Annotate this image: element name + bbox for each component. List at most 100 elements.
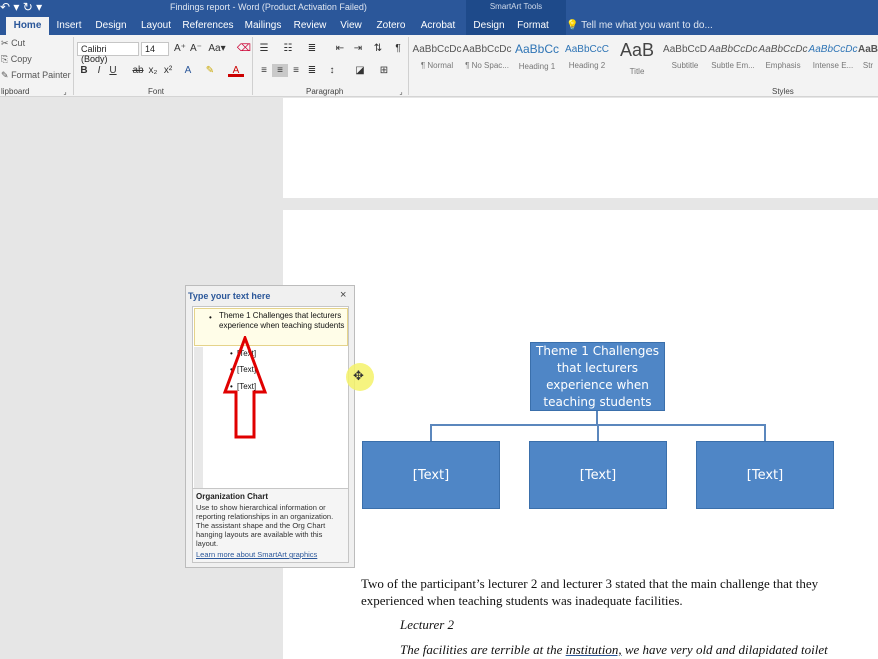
cut-button[interactable]: ✂ Cut [1, 38, 25, 49]
quote-line[interactable]: The facilities are terrible at the insti… [400, 641, 828, 658]
smartart-child-shape[interactable]: [Text] [529, 441, 667, 509]
annotation-arrow-icon [222, 336, 268, 439]
shading-icon[interactable]: ◪ [352, 64, 368, 77]
group-label-clipboard: lipboard [1, 87, 30, 96]
text-pane-gutter [194, 347, 203, 505]
change-case-icon[interactable]: Aa▾ [206, 42, 228, 55]
layout-description-title: Organization Chart [196, 492, 269, 501]
tab-design[interactable]: Design [92, 17, 130, 35]
scissors-icon: ✂ [1, 38, 9, 48]
ribbon-home: ✂ Cut ⎘ Copy ✎ Format Painter lipboard ⌟… [0, 35, 878, 97]
learn-more-link[interactable]: Learn more about SmartArt graphics [196, 550, 345, 559]
tab-review[interactable]: Review [292, 17, 328, 35]
group-label-styles: Styles [772, 87, 794, 96]
smartart-child-shape[interactable]: [Text] [696, 441, 834, 509]
shrink-font-icon[interactable]: A⁻ [188, 42, 204, 55]
text-pane-list[interactable]: • Theme 1 Challenges that lecturers expe… [192, 306, 349, 506]
align-right-icon[interactable]: ≡ [288, 64, 304, 77]
smartart-text-pane: Type your text here × • Theme 1 Challeng… [185, 285, 355, 568]
text-pane-bullet-level1[interactable]: Theme 1 Challenges that lecturers experi… [219, 311, 347, 331]
style-subtle-emphasis[interactable]: AaBbCcDc Subtle Em... [708, 40, 758, 78]
title-bar: ↶ ▾ ↻ ▾ Findings report - Word (Product … [0, 0, 878, 17]
layout-description-body: Use to show hierarchical information or … [196, 503, 334, 548]
sort-icon[interactable]: ⇅ [370, 42, 386, 55]
group-label-paragraph: Paragraph [306, 87, 344, 96]
quote-heading[interactable]: Lecturer 2 [400, 616, 454, 633]
strikethrough-icon[interactable]: ab [130, 64, 146, 77]
tab-smartart-design[interactable]: Design [470, 17, 508, 35]
copy-button[interactable]: ⎘ Copy [1, 54, 32, 65]
tab-mailings[interactable]: Mailings [243, 17, 283, 35]
smartart-connector [764, 424, 766, 441]
group-divider [73, 37, 74, 95]
lightbulb-icon: 💡 [566, 20, 582, 31]
style-heading-1[interactable]: AaBbCc Heading 1 [512, 40, 562, 78]
mouse-cursor-highlight: ✥ [346, 363, 374, 391]
tell-me-search[interactable]: 💡 Tell me what you want to do... [566, 20, 713, 31]
quick-access-toolbar[interactable]: ↶ ▾ ↻ ▾ [0, 0, 42, 14]
group-divider [408, 37, 409, 95]
format-painter-button[interactable]: ✎ Format Painter [1, 70, 71, 81]
paintbrush-icon: ✎ [1, 70, 9, 80]
copy-icon: ⎘ [1, 54, 9, 64]
style-heading-2[interactable]: AaBbCcC Heading 2 [562, 40, 612, 78]
bullet-dot-icon: • [209, 313, 212, 322]
multilevel-list-icon[interactable]: ≣ [304, 42, 320, 55]
line-spacing-icon[interactable]: ↕ [324, 64, 340, 77]
grammar-flag[interactable]: institution, [566, 642, 622, 657]
style-title[interactable]: AaB Title [612, 40, 662, 78]
tab-references[interactable]: References [182, 17, 234, 35]
bold-icon[interactable]: B [76, 64, 92, 77]
smartart-connector [430, 424, 432, 441]
group-label-font: Font [148, 87, 165, 96]
highlight-icon[interactable]: ✎ [202, 64, 218, 77]
decrease-indent-icon[interactable]: ⇤ [332, 42, 348, 55]
group-divider [252, 37, 253, 95]
style-normal[interactable]: AaBbCcDc ¶ Normal [412, 40, 462, 78]
show-formatting-marks-icon[interactable]: ¶ [390, 42, 406, 55]
style-emphasis[interactable]: AaBbCcDc Emphasis [758, 40, 808, 78]
smartart-connector [596, 411, 598, 425]
smartart-child-shape[interactable]: [Text] [362, 441, 500, 509]
style-intense-emphasis[interactable]: AaBbCcDc Intense E... [808, 40, 858, 78]
smartart-top-shape[interactable]: Theme 1 Challenges that lecturers experi… [530, 342, 665, 411]
align-left-icon[interactable]: ≡ [256, 64, 272, 77]
font-family-select[interactable]: Calibri (Body) [77, 42, 139, 64]
superscript-icon[interactable]: x² [160, 64, 176, 77]
move-cursor-icon: ✥ [353, 368, 364, 383]
body-paragraph-line[interactable]: experienced when teaching students was i… [361, 592, 683, 609]
style-no-spacing[interactable]: AaBbCcDc ¶ No Spac... [462, 40, 512, 78]
close-icon[interactable]: × [340, 289, 346, 301]
ribbon-tabs: Home Insert Design Layout References Mai… [0, 17, 878, 35]
align-center-icon[interactable]: ≡ [272, 64, 288, 77]
numbering-icon[interactable]: ☷ [280, 42, 296, 55]
smartart-connector [597, 424, 599, 441]
subscript-icon[interactable]: x₂ [145, 64, 161, 77]
layout-description: Organization Chart Use to show hierarchi… [192, 488, 349, 563]
underline-icon[interactable]: U [105, 64, 121, 77]
grow-font-icon[interactable]: A⁺ [172, 42, 188, 55]
tab-layout[interactable]: Layout [138, 17, 174, 35]
style-strong[interactable]: AaBbCcDc Str [858, 40, 878, 78]
bullets-icon[interactable]: ☰ [256, 42, 272, 55]
text-effects-icon[interactable]: A [180, 64, 196, 77]
dialog-launcher-icon[interactable]: ⌟ [60, 86, 70, 99]
tab-smartart-format[interactable]: Format [514, 17, 552, 35]
clear-formatting-icon[interactable]: ⌫ [236, 42, 252, 55]
tab-acrobat[interactable]: Acrobat [418, 17, 458, 35]
tab-insert[interactable]: Insert [52, 17, 86, 35]
increase-indent-icon[interactable]: ⇥ [350, 42, 366, 55]
style-subtitle[interactable]: AaBbCcD Subtitle [660, 40, 710, 78]
window-title: Findings report - Word (Product Activati… [170, 2, 367, 12]
document-page-previous[interactable] [283, 98, 878, 198]
body-paragraph-line[interactable]: Two of the participant’s lecturer 2 and … [361, 575, 818, 592]
font-color-icon[interactable]: A [228, 64, 244, 77]
font-size-select[interactable]: 14 [141, 42, 169, 56]
justify-icon[interactable]: ≣ [304, 64, 320, 77]
tab-home[interactable]: Home [6, 17, 49, 35]
borders-icon[interactable]: ⊞ [376, 64, 392, 77]
tab-zotero[interactable]: Zotero [373, 17, 409, 35]
text-pane-header: Type your text here [188, 291, 271, 301]
tab-view[interactable]: View [336, 17, 366, 35]
smartart-tools-context-label: SmartArt Tools [466, 0, 566, 17]
